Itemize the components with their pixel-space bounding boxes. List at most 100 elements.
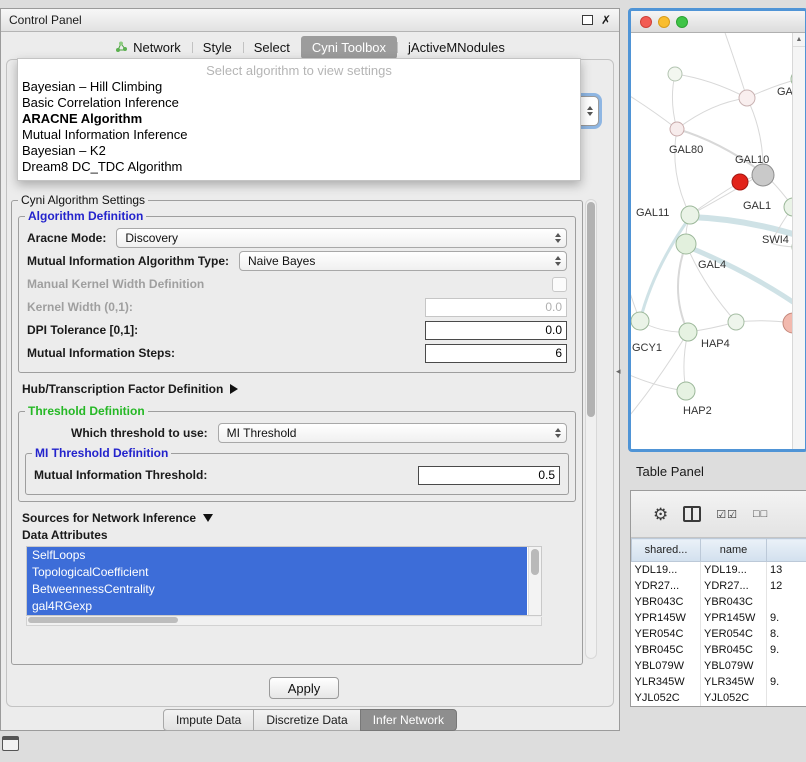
tab-select[interactable]: Select — [243, 36, 301, 59]
network-scrollbar[interactable]: ▲ — [792, 33, 805, 450]
network-node[interactable] — [676, 234, 696, 254]
table-cell[interactable]: YDL19... — [701, 562, 767, 579]
settings-scrollbar[interactable] — [585, 199, 597, 659]
tab-style[interactable]: Style — [192, 36, 243, 59]
attributes-vertical-scrollbar[interactable] — [528, 547, 541, 615]
window-zoom-button[interactable] — [676, 16, 688, 28]
table-cell[interactable]: 9. — [767, 610, 806, 626]
attributes-horizontal-scrollbar[interactable] — [26, 617, 542, 626]
table-cell[interactable]: YDL19... — [632, 562, 701, 579]
network-edge[interactable] — [675, 129, 690, 215]
algorithm-option[interactable]: Dream8 DC_TDC Algorithm — [18, 159, 580, 175]
scrollbar-thumb[interactable] — [587, 202, 595, 417]
scrollbar-thumb[interactable] — [531, 549, 539, 575]
algorithm-option[interactable]: Bayesian – Hill Climbing — [18, 79, 580, 95]
attribute-item[interactable]: SelfLoops — [27, 547, 527, 564]
aracne-mode-select[interactable]: Discovery — [116, 228, 567, 248]
bottom-tab-discretize-data[interactable]: Discretize Data — [253, 709, 360, 731]
network-node[interactable] — [631, 312, 649, 330]
table-cell[interactable]: YBL079W — [632, 658, 701, 674]
network-canvas[interactable]: GAL80GAL10GAL11GAL1SWI4GAL4GCY1HAP4HAP2Y… — [631, 33, 805, 450]
algorithm-option[interactable]: Mutual Information Inference — [18, 127, 580, 143]
table-cell[interactable]: YBR045C — [632, 642, 701, 658]
table-column-header[interactable] — [767, 539, 806, 562]
table-column-header[interactable]: name — [701, 539, 767, 562]
table-cell[interactable]: YBR043C — [701, 594, 767, 610]
table-cell[interactable]: YLR345W — [701, 674, 767, 690]
bottom-tab-infer-network[interactable]: Infer Network — [360, 709, 457, 731]
network-node[interactable] — [728, 314, 744, 330]
table-cell[interactable]: 12 — [767, 578, 806, 594]
table-row[interactable]: YDL19...YDL19...13 — [632, 562, 806, 579]
apply-button[interactable]: Apply — [269, 677, 339, 699]
table-cell[interactable]: 9. — [767, 642, 806, 658]
network-node[interactable] — [670, 122, 684, 136]
dpi-tolerance-input[interactable] — [425, 321, 567, 340]
network-edge[interactable] — [672, 74, 677, 129]
table-cell[interactable]: YDR27... — [701, 578, 767, 594]
network-edge[interactable] — [640, 217, 690, 321]
attribute-item[interactable]: gal4RGexp — [27, 598, 527, 615]
network-node[interactable] — [679, 323, 697, 341]
table-row[interactable]: YER054CYER054C8. — [632, 626, 806, 642]
close-panel-icon[interactable]: ✗ — [601, 14, 611, 26]
algorithm-option[interactable]: ARACNE Algorithm — [18, 111, 580, 127]
network-node[interactable] — [739, 90, 755, 106]
table-row[interactable]: YPR145WYPR145W9. — [632, 610, 806, 626]
attribute-item[interactable]: TopologicalCoefficient — [27, 564, 527, 581]
table-cell[interactable] — [767, 690, 806, 706]
gear-icon[interactable]: ⚙ — [653, 506, 668, 523]
tab-network[interactable]: Network — [104, 36, 192, 59]
panel-collapse-handle[interactable]: ◂ — [616, 366, 621, 377]
network-edge[interactable] — [678, 244, 688, 332]
table-cell[interactable]: YBL079W — [701, 658, 767, 674]
attribute-item[interactable]: BetweennessCentrality — [27, 581, 527, 598]
network-node[interactable] — [677, 382, 695, 400]
table-cell[interactable]: YPR145W — [701, 610, 767, 626]
table-cell[interactable]: YDR27... — [632, 578, 701, 594]
table-cell[interactable]: YER054C — [632, 626, 701, 642]
network-node[interactable] — [668, 67, 682, 81]
table-cell[interactable]: YBR043C — [632, 594, 701, 610]
table-cell[interactable] — [767, 658, 806, 674]
window-minimize-button[interactable] — [658, 16, 670, 28]
network-edge[interactable] — [675, 74, 747, 98]
table-row[interactable]: YBL079WYBL079W — [632, 658, 806, 674]
table-cell[interactable]: 9. — [767, 674, 806, 690]
select-all-checkboxes-icon[interactable]: ☑☑ — [716, 508, 738, 521]
table-row[interactable]: YBR043CYBR043C — [632, 594, 806, 610]
mi-steps-input[interactable] — [425, 344, 567, 363]
float-window-icon[interactable] — [582, 15, 593, 25]
table-cell[interactable] — [767, 594, 806, 610]
network-node[interactable] — [681, 206, 699, 224]
tab-jactivemnodules[interactable]: jActiveMNodules — [397, 36, 516, 59]
which-threshold-select[interactable]: MI Threshold — [218, 423, 567, 443]
table-cell[interactable]: YER054C — [701, 626, 767, 642]
window-close-button[interactable] — [640, 16, 652, 28]
table-row[interactable]: YBR045CYBR045C9. — [632, 642, 806, 658]
tab-cyni-toolbox[interactable]: Cyni Toolbox — [301, 36, 397, 59]
network-node[interactable] — [732, 174, 748, 190]
bottom-tab-impute-data[interactable]: Impute Data — [163, 709, 254, 731]
table-cell[interactable]: 13 — [767, 562, 806, 579]
table-cell[interactable]: YLR345W — [632, 674, 701, 690]
algorithm-option[interactable]: Bayesian – K2 — [18, 143, 580, 159]
hub-section-toggle[interactable]: Hub/Transcription Factor Definition — [22, 382, 572, 396]
table-cell[interactable]: YBR045C — [701, 642, 767, 658]
scrollbar-thumb[interactable] — [28, 617, 178, 623]
kernel-width-input[interactable] — [425, 298, 567, 317]
mi-threshold-input[interactable] — [418, 466, 560, 485]
table-row[interactable]: YDR27...YDR27...12 — [632, 578, 806, 594]
manual-kernel-width-checkbox[interactable] — [552, 277, 567, 292]
deselect-all-checkboxes-icon[interactable]: □□ — [753, 508, 768, 520]
table-cell[interactable]: YPR145W — [632, 610, 701, 626]
table-cell[interactable]: 8. — [767, 626, 806, 642]
restore-panel-icon[interactable] — [2, 736, 19, 751]
scroll-up-icon[interactable]: ▲ — [793, 33, 805, 47]
columns-icon[interactable] — [683, 506, 701, 522]
mi-algorithm-type-select[interactable]: Naive Bayes — [239, 251, 567, 271]
network-edge[interactable] — [631, 93, 677, 129]
table-row[interactable]: YJL052CYJL052C — [632, 690, 806, 706]
table-cell[interactable]: YJL052C — [632, 690, 701, 706]
table-column-header[interactable]: shared... — [632, 539, 701, 562]
